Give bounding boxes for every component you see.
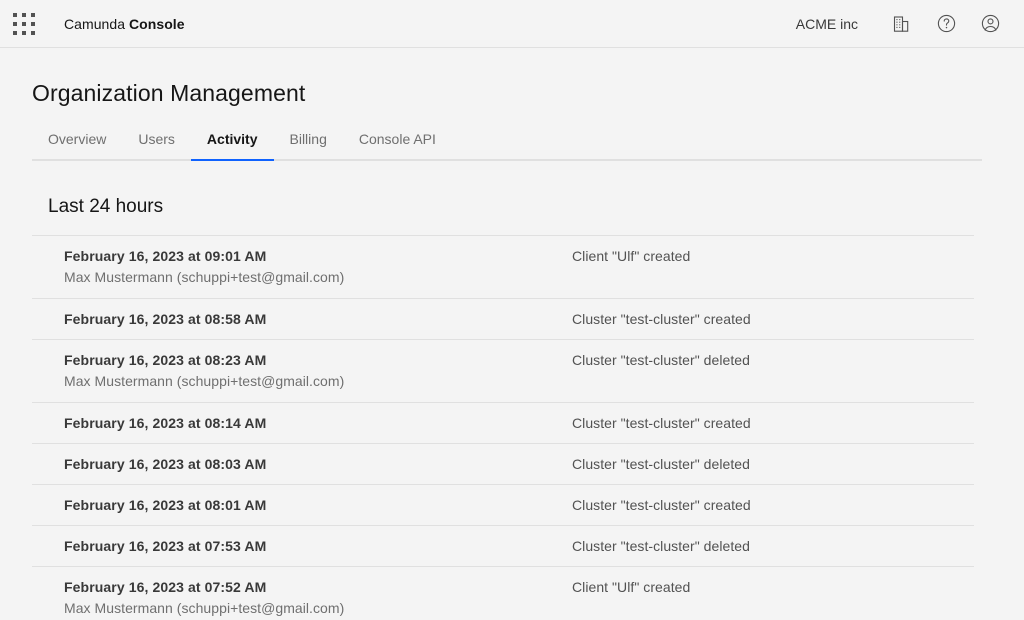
organization-name[interactable]: ACME inc: [796, 16, 858, 32]
tab-bar: Overview Users Activity Billing Console …: [32, 130, 992, 161]
help-button[interactable]: [924, 0, 968, 47]
building-icon: [892, 14, 912, 34]
table-row: February 16, 2023 at 08:23 AM Max Muster…: [32, 340, 974, 403]
activity-timestamp: February 16, 2023 at 08:23 AM: [64, 350, 560, 370]
organization-switcher-button[interactable]: [880, 0, 924, 47]
activity-when: February 16, 2023 at 07:53 AM: [32, 536, 560, 556]
table-row: February 16, 2023 at 08:03 AM Cluster "t…: [32, 444, 974, 485]
activity-description: Cluster "test-cluster" created: [560, 413, 751, 433]
activity-when: February 16, 2023 at 08:58 AM: [32, 309, 560, 329]
activity-timestamp: February 16, 2023 at 08:14 AM: [64, 413, 560, 433]
tab-console-api[interactable]: Console API: [343, 130, 452, 161]
activity-user: Max Mustermann (schuppi+test@gmail.com): [64, 266, 560, 288]
user-avatar-icon: [980, 13, 1001, 34]
activity-description: Client "Ulf" created: [560, 246, 690, 266]
activity-timestamp: February 16, 2023 at 09:01 AM: [64, 246, 560, 266]
activity-user: Max Mustermann (schuppi+test@gmail.com): [64, 597, 560, 619]
brand-suffix: Console: [129, 16, 185, 32]
activity-when: February 16, 2023 at 07:52 AM Max Muster…: [32, 577, 560, 619]
activity-when: February 16, 2023 at 09:01 AM Max Muster…: [32, 246, 560, 288]
activity-description: Cluster "test-cluster" deleted: [560, 350, 750, 370]
activity-description: Cluster "test-cluster" created: [560, 495, 751, 515]
activity-timestamp: February 16, 2023 at 07:52 AM: [64, 577, 560, 597]
account-button[interactable]: [968, 0, 1012, 47]
tab-bar-filler: [452, 132, 982, 161]
page-content: Organization Management Overview Users A…: [0, 48, 1024, 620]
activity-description: Client "Ulf" created: [560, 577, 690, 597]
table-row: February 16, 2023 at 07:52 AM Max Muster…: [32, 567, 974, 620]
activity-timestamp: February 16, 2023 at 07:53 AM: [64, 536, 560, 556]
top-header-bar: Camunda Console ACME inc: [0, 0, 1024, 48]
activity-when: February 16, 2023 at 08:01 AM: [32, 495, 560, 515]
tab-billing[interactable]: Billing: [274, 130, 343, 161]
activity-when: February 16, 2023 at 08:23 AM Max Muster…: [32, 350, 560, 392]
activity-list: February 16, 2023 at 09:01 AM Max Muster…: [32, 235, 974, 620]
apps-grid-icon: [13, 13, 35, 35]
activity-description: Cluster "test-cluster" deleted: [560, 536, 750, 556]
activity-timestamp: February 16, 2023 at 08:01 AM: [64, 495, 560, 515]
help-circle-icon: [936, 13, 957, 34]
table-row: February 16, 2023 at 07:53 AM Cluster "t…: [32, 526, 974, 567]
brand-prefix: Camunda: [64, 16, 129, 32]
section-title: Last 24 hours: [32, 194, 974, 220]
activity-when: February 16, 2023 at 08:03 AM: [32, 454, 560, 474]
table-row: February 16, 2023 at 08:14 AM Cluster "t…: [32, 403, 974, 444]
brand-title[interactable]: Camunda Console: [64, 16, 185, 32]
page-title: Organization Management: [32, 78, 992, 108]
activity-timestamp: February 16, 2023 at 08:58 AM: [64, 309, 560, 329]
activity-description: Cluster "test-cluster" created: [560, 309, 751, 329]
activity-description: Cluster "test-cluster" deleted: [560, 454, 750, 474]
activity-user: Max Mustermann (schuppi+test@gmail.com): [64, 370, 560, 392]
apps-launcher-button[interactable]: [0, 0, 48, 47]
table-row: February 16, 2023 at 08:58 AM Cluster "t…: [32, 299, 974, 340]
tab-users[interactable]: Users: [122, 130, 191, 161]
activity-timestamp: February 16, 2023 at 08:03 AM: [64, 454, 560, 474]
table-row: February 16, 2023 at 08:01 AM Cluster "t…: [32, 485, 974, 526]
activity-section: Last 24 hours February 16, 2023 at 09:01…: [32, 194, 974, 620]
activity-when: February 16, 2023 at 08:14 AM: [32, 413, 560, 433]
tab-overview[interactable]: Overview: [32, 130, 122, 161]
table-row: February 16, 2023 at 09:01 AM Max Muster…: [32, 236, 974, 299]
tab-activity[interactable]: Activity: [191, 130, 274, 161]
